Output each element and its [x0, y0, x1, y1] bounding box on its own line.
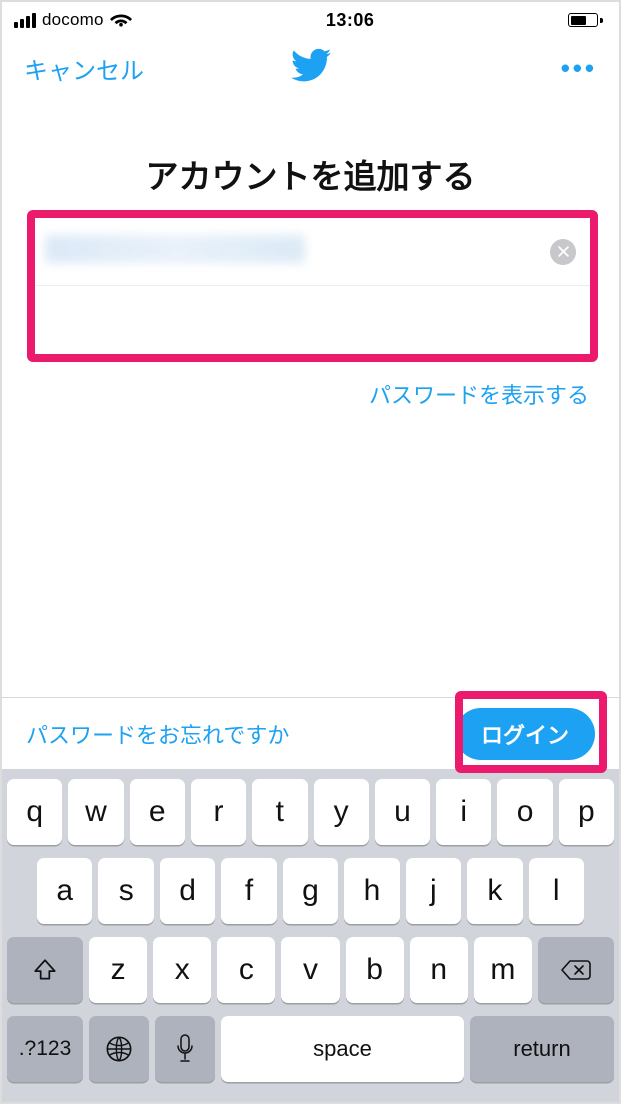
password-field[interactable]: [45, 307, 576, 333]
key-o[interactable]: o: [497, 779, 552, 845]
key-e[interactable]: e: [130, 779, 185, 845]
key-i[interactable]: i: [436, 779, 491, 845]
cancel-button[interactable]: キャンセル: [24, 51, 144, 86]
key-m[interactable]: m: [474, 937, 532, 1003]
dictation-key[interactable]: [155, 1016, 215, 1082]
key-b[interactable]: b: [346, 937, 404, 1003]
show-password-link[interactable]: パスワードを表示する: [369, 378, 589, 410]
password-row[interactable]: [35, 286, 590, 354]
space-key[interactable]: space: [221, 1016, 464, 1082]
more-button[interactable]: •••: [561, 53, 597, 84]
key-y[interactable]: y: [314, 779, 369, 845]
key-n[interactable]: n: [410, 937, 468, 1003]
username-row[interactable]: [35, 218, 590, 286]
key-z[interactable]: z: [89, 937, 147, 1003]
key-k[interactable]: k: [467, 858, 522, 924]
key-u[interactable]: u: [375, 779, 430, 845]
return-key[interactable]: return: [470, 1016, 614, 1082]
globe-key[interactable]: [89, 1016, 149, 1082]
username-value-redacted: [45, 235, 305, 263]
clock-label: 13:06: [326, 10, 375, 31]
twitter-logo-icon: [291, 49, 331, 88]
key-w[interactable]: w: [68, 779, 123, 845]
key-x[interactable]: x: [153, 937, 211, 1003]
key-q[interactable]: q: [7, 779, 62, 845]
key-f[interactable]: f: [221, 858, 276, 924]
forgot-password-link[interactable]: パスワードをお忘れですか: [26, 718, 289, 750]
numbers-key[interactable]: .?123: [7, 1016, 83, 1082]
key-c[interactable]: c: [217, 937, 275, 1003]
keyboard: qwertyuiop asdfghjkl zxcvbnm .?123 space…: [2, 769, 619, 1102]
keyboard-row-1: qwertyuiop: [7, 779, 614, 845]
backspace-key[interactable]: [538, 937, 614, 1003]
key-p[interactable]: p: [559, 779, 614, 845]
key-r[interactable]: r: [191, 779, 246, 845]
page-title: アカウントを追加する: [2, 150, 619, 198]
key-v[interactable]: v: [281, 937, 339, 1003]
battery-icon: [568, 13, 603, 27]
key-s[interactable]: s: [98, 858, 153, 924]
key-g[interactable]: g: [283, 858, 338, 924]
key-j[interactable]: j: [406, 858, 461, 924]
key-d[interactable]: d: [160, 858, 215, 924]
username-field: [45, 235, 550, 269]
clear-icon[interactable]: [550, 239, 576, 265]
shift-key[interactable]: [7, 937, 83, 1003]
wifi-icon: [110, 12, 132, 28]
key-a[interactable]: a: [37, 858, 92, 924]
nav-bar: キャンセル •••: [2, 38, 619, 98]
key-l[interactable]: l: [529, 858, 584, 924]
carrier-label: docomo: [42, 10, 104, 30]
key-t[interactable]: t: [252, 779, 307, 845]
bottom-bar: パスワードをお忘れですか ログイン: [2, 697, 619, 769]
keyboard-row-4: .?123 space return: [7, 1016, 614, 1082]
login-form: [35, 218, 590, 354]
login-button[interactable]: ログイン: [455, 708, 595, 760]
key-h[interactable]: h: [344, 858, 399, 924]
status-bar: docomo 13:06: [2, 2, 619, 34]
keyboard-row-3: zxcvbnm: [7, 937, 614, 1003]
signal-icon: [14, 13, 36, 28]
keyboard-row-2: asdfghjkl: [7, 858, 614, 924]
